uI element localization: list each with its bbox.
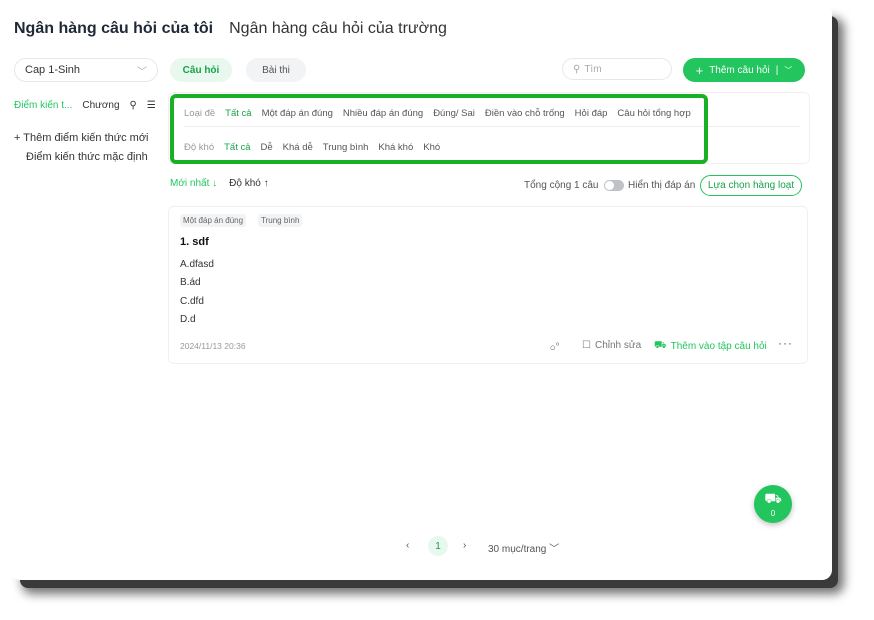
tab-school-bank[interactable]: Ngân hàng câu hỏi của trường: [229, 20, 447, 38]
tab-exams[interactable]: Bài thi: [246, 58, 306, 82]
search-placeholder: Tìm: [584, 63, 602, 75]
collapse-menu-icon[interactable]: ☰: [147, 100, 156, 111]
edit-label: Chỉnh sửa: [594, 340, 642, 351]
search-icon: ⚲: [573, 63, 581, 75]
question-basket-button[interactable]: ⛟ 0: [754, 485, 792, 523]
question-level-tag: Trung bình: [258, 214, 303, 227]
answer-option: D.d: [180, 314, 196, 325]
basket-icon: ⛟: [654, 340, 667, 351]
subject-select-value: Cap 1-Sinh: [25, 64, 81, 76]
share-action[interactable]: ဝ°: [550, 340, 560, 355]
edit-icon: ☐: [582, 340, 591, 351]
basket-icon: ⛟: [764, 490, 782, 506]
sort-newest[interactable]: Mới nhất ↓: [170, 178, 217, 189]
add-question-label: Thêm câu hỏi: [709, 64, 770, 76]
sort-options: Mới nhất ↓ Độ khó ↑: [170, 178, 269, 189]
chevron-down-icon: ﹀: [137, 66, 147, 78]
total-count: Tổng cộng 1 câu: [524, 180, 599, 191]
question-type-tag: Một đáp án đúng: [180, 214, 247, 227]
search-icon[interactable]: ⚲: [130, 100, 137, 111]
prev-page-icon[interactable]: ‹: [406, 540, 409, 551]
add-knowledge-button[interactable]: + Thêm điểm kiến thức mới: [14, 132, 149, 144]
answer-option: C.dfd: [180, 296, 204, 307]
sort-difficulty[interactable]: Độ khó ↑: [229, 178, 268, 189]
question-title: 1. sdf: [180, 236, 209, 248]
divider: |: [775, 64, 779, 76]
edit-action[interactable]: ☐ Chỉnh sửa: [582, 340, 641, 351]
next-page-icon[interactable]: ›: [463, 540, 466, 551]
bank-tabs: Ngân hàng câu hỏi của tôi Ngân hàng câu …: [14, 20, 447, 38]
show-answer-toggle[interactable]: [604, 180, 624, 191]
answer-option: A.dfasd: [180, 259, 214, 270]
basket-count: 0: [770, 509, 776, 518]
tab-my-bank[interactable]: Ngân hàng câu hỏi của tôi: [14, 20, 213, 38]
tab-questions[interactable]: Câu hỏi: [170, 58, 232, 82]
add-question-button[interactable]: + Thêm câu hỏi | ﹀: [683, 58, 805, 82]
default-knowledge-item[interactable]: Điểm kiến thức mặc định: [26, 151, 148, 163]
plus-icon: +: [695, 62, 704, 78]
page-size-label: 30 mục/trang: [488, 544, 547, 555]
answer-option: B.ád: [180, 277, 201, 288]
add-to-set-action[interactable]: ⛟ Thêm vào tập câu hỏi: [654, 340, 767, 353]
page-number[interactable]: 1: [428, 536, 448, 556]
tab-chapter[interactable]: Chương: [82, 100, 119, 111]
filter-highlight-box: [170, 94, 708, 164]
subject-select[interactable]: Cap 1-Sinh ﹀: [14, 58, 158, 82]
chevron-down-icon: ﹀: [549, 544, 560, 555]
left-panel-tabs: Điểm kiến t... Chương ⚲ ☰: [14, 100, 156, 111]
more-options-icon[interactable]: ···: [778, 336, 793, 350]
chevron-down-icon[interactable]: ﹀: [784, 65, 792, 76]
page-size-select[interactable]: 30 mục/trang ﹀: [488, 540, 559, 555]
users-icon[interactable]: ဝ°: [550, 340, 560, 355]
show-answer-label: Hiển thị đáp án: [628, 180, 696, 191]
search-input[interactable]: ⚲ Tìm: [562, 58, 672, 80]
add-to-set-label: Thêm vào tập câu hỏi: [670, 341, 767, 352]
question-timestamp: 2024/11/13 20:36: [180, 341, 246, 351]
tab-knowledge[interactable]: Điểm kiến t...: [14, 100, 72, 111]
batch-select-button[interactable]: Lựa chọn hàng loạt: [700, 175, 802, 196]
